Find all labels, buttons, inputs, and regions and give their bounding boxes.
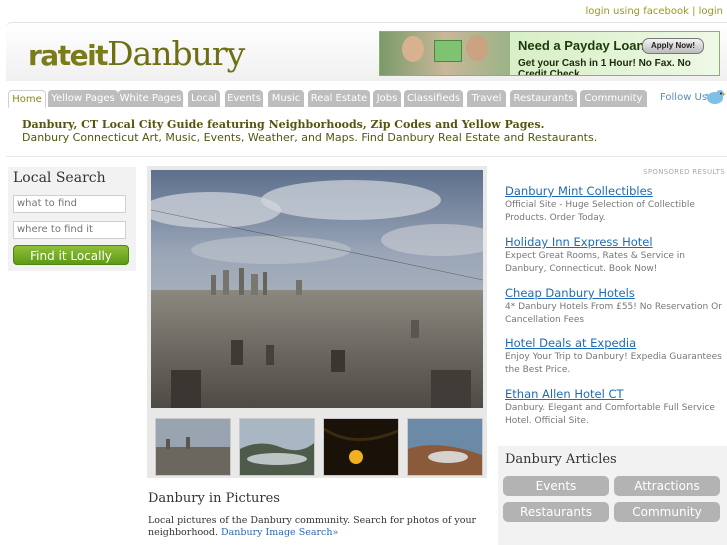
image-search-link[interactable]: Danbury Image Search»: [221, 527, 338, 538]
articles-community-button[interactable]: Community: [614, 502, 720, 522]
ad-link-3[interactable]: Cheap Danbury Hotels: [505, 286, 635, 300]
logo-city: Danbury: [107, 34, 245, 73]
login-link[interactable]: login: [699, 6, 723, 17]
logo-rateit: rateit: [28, 39, 109, 72]
tab-classifieds[interactable]: Classifieds: [404, 90, 463, 107]
articles-attractions-button[interactable]: Attractions: [614, 476, 720, 496]
ad-person-2: [466, 35, 488, 61]
tab-restaurants[interactable]: Restaurants: [510, 90, 577, 107]
tab-home[interactable]: Home: [8, 90, 46, 108]
ad-apply-button[interactable]: Apply Now!: [642, 38, 704, 54]
pictures-title: Danbury in Pictures: [148, 491, 280, 506]
ad-desc-2: Expect Great Rooms, Rates & Service in D…: [505, 251, 685, 274]
find-locally-button[interactable]: Find it Locally: [13, 245, 129, 265]
articles-events-button[interactable]: Events: [503, 476, 609, 496]
facebook-login-link[interactable]: login using facebook: [585, 6, 688, 17]
thumbnail-3[interactable]: [323, 418, 399, 476]
ad-subline: Get your Cash in 1 Hour! No Fax. No Cred…: [518, 58, 691, 76]
local-search-title: Local Search: [13, 170, 106, 186]
pictures-description: Local pictures of the Danbury community.…: [148, 515, 478, 539]
tab-music[interactable]: Music: [268, 90, 304, 107]
tab-local[interactable]: Local: [188, 90, 220, 107]
where-input[interactable]: [13, 221, 126, 239]
top-links: login using facebook | login: [585, 6, 723, 17]
tab-yellow-pages[interactable]: Yellow Pages: [48, 90, 118, 107]
ad-link-2[interactable]: Holiday Inn Express Hotel: [505, 235, 653, 249]
ad-link-4[interactable]: Hotel Deals at Expedia: [505, 336, 636, 350]
ad-headline: Need a Payday Loan?: [518, 38, 653, 53]
tab-travel[interactable]: Travel: [467, 90, 506, 107]
ad-person-1: [402, 36, 424, 62]
thumbnail-2[interactable]: [239, 418, 315, 476]
tab-events[interactable]: Events: [225, 90, 263, 107]
tab-real-estate[interactable]: Real Estate: [308, 90, 370, 107]
sponsored-label: SPONSORED RESULTS: [643, 168, 725, 176]
site-tagline: Danbury, CT Local City Guide featuring N…: [22, 118, 545, 131]
tab-community[interactable]: Community: [580, 90, 647, 107]
tab-white-pages[interactable]: White Pages: [118, 90, 183, 107]
what-input[interactable]: [13, 195, 126, 213]
thumbnail-1[interactable]: [155, 418, 231, 476]
ad-desc-5: Danbury. Elegant and Comfortable Full Se…: [505, 403, 715, 426]
payday-loan-ad[interactable]: Need a Payday Loan? Apply Now! Get your …: [379, 31, 720, 76]
site-logo[interactable]: rateitDanbury: [28, 34, 245, 74]
money-icon: [434, 40, 462, 62]
ad-desc-1: Official Site - Huge Selection of Collec…: [505, 200, 695, 223]
articles-title: Danbury Articles: [505, 452, 617, 467]
follow-us-link[interactable]: Follow Us: [660, 92, 707, 103]
ad-desc-3: 4* Danbury Hotels From £55! No Reservati…: [505, 302, 722, 325]
ad-link-5[interactable]: Ethan Allen Hotel CT: [505, 387, 624, 401]
ad-desc-4: Enjoy Your Trip to Danbury! Expedia Guar…: [505, 352, 722, 375]
articles-restaurants-button[interactable]: Restaurants: [503, 502, 609, 522]
site-description: Danbury Connecticut Art, Music, Events, …: [22, 131, 598, 144]
city-skyline-photo[interactable]: [151, 170, 483, 408]
thumbnail-4[interactable]: [407, 418, 483, 476]
separator: |: [692, 6, 696, 17]
twitter-bird-icon[interactable]: [704, 88, 726, 106]
tab-jobs[interactable]: Jobs: [373, 90, 401, 107]
ad-link-1[interactable]: Danbury Mint Collectibles: [505, 184, 653, 198]
main-nav: Home Yellow Pages White Pages Local Even…: [6, 90, 727, 109]
